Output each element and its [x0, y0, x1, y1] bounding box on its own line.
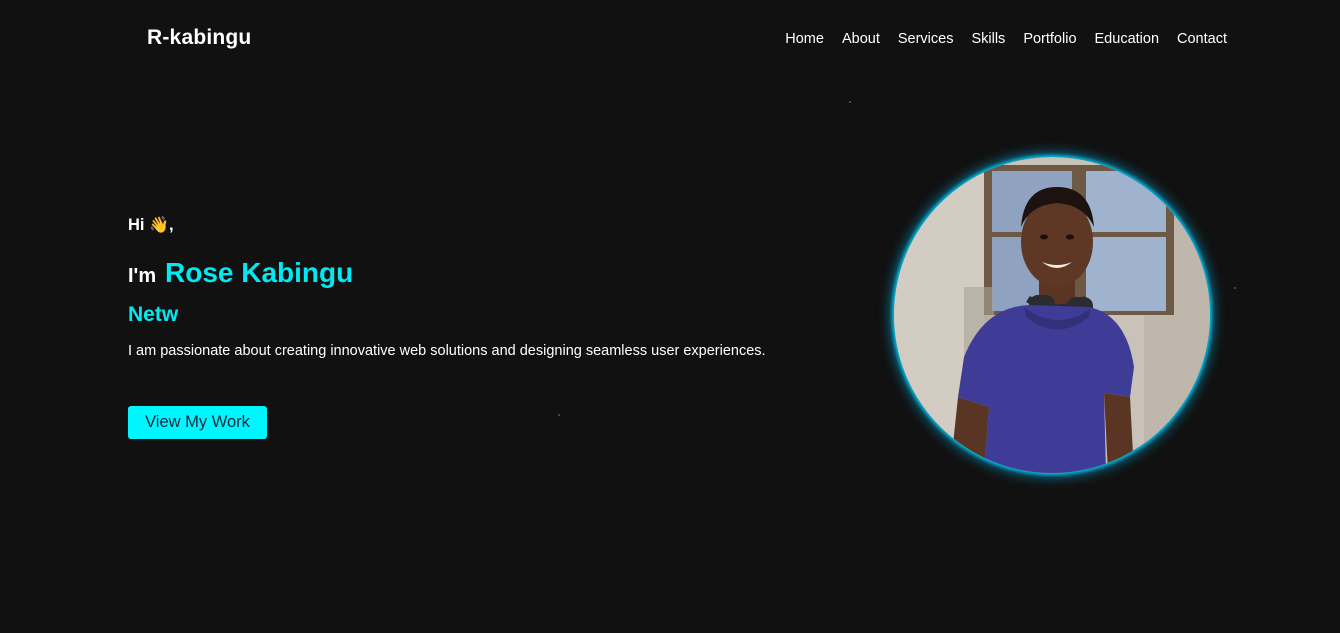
hero-section: Hi 👋, I'm Rose Kabingu Netw I am passion…	[128, 212, 828, 439]
greeting: Hi 👋,	[128, 212, 828, 238]
profile-photo-illustration	[894, 157, 1210, 473]
typed-role: Netw	[128, 303, 179, 326]
profile-photo	[894, 157, 1210, 473]
nav-link-about[interactable]: About	[842, 30, 880, 48]
intro-heading: I'm Rose Kabingu	[128, 251, 828, 291]
background-speck	[849, 101, 851, 103]
tagline: I am passionate about creating innovativ…	[128, 343, 766, 359]
person-name: Rose Kabingu	[165, 257, 354, 288]
main-nav: Home About Services Skills Portfolio Edu…	[785, 30, 1227, 48]
background-speck	[1234, 287, 1236, 289]
greeting-text: Hi	[128, 216, 145, 234]
page: R-kabingu Home About Services Skills Por…	[0, 0, 1340, 633]
view-my-work-button[interactable]: View My Work	[128, 406, 267, 439]
nav-link-education[interactable]: Education	[1095, 30, 1160, 48]
nav-link-services[interactable]: Services	[898, 30, 954, 48]
site-logo[interactable]: R-kabingu	[147, 26, 251, 50]
waving-hand-icon: 👋	[149, 215, 170, 234]
nav-link-contact[interactable]: Contact	[1177, 30, 1227, 48]
background-speck	[558, 414, 560, 416]
site-header: R-kabingu Home About Services Skills Por…	[0, 0, 1340, 78]
greeting-comma: ,	[169, 216, 174, 234]
nav-link-home[interactable]: Home	[785, 30, 824, 48]
intro-prefix: I'm	[128, 265, 157, 287]
nav-link-portfolio[interactable]: Portfolio	[1023, 30, 1076, 48]
nav-link-skills[interactable]: Skills	[971, 30, 1005, 48]
